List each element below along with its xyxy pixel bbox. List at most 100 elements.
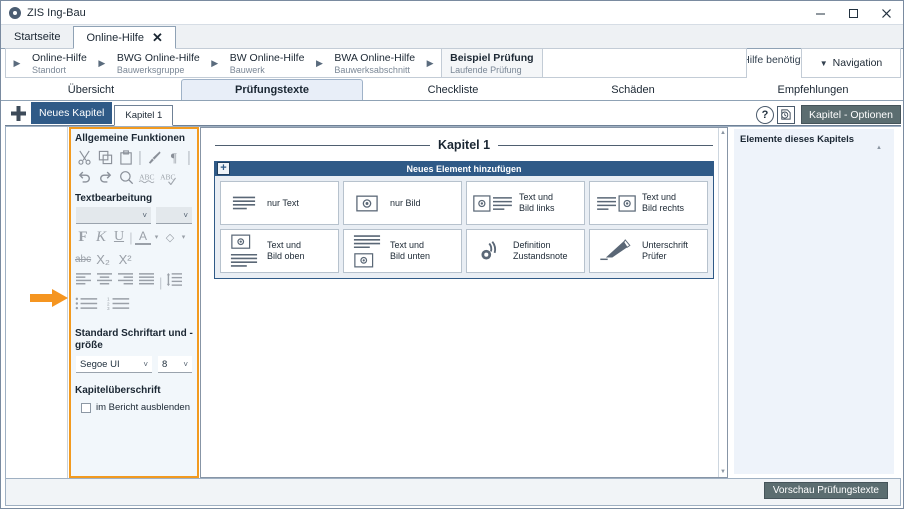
- hide-in-report-row[interactable]: im Bericht ausblenden: [71, 399, 197, 413]
- element-button-nur-bild[interactable]: nur Bild: [343, 181, 462, 225]
- scroll-down-icon[interactable]: ▼: [720, 469, 726, 475]
- font-color-icon[interactable]: A: [135, 230, 151, 245]
- tab-uebersicht[interactable]: Übersicht: [1, 79, 181, 100]
- italic-icon[interactable]: K: [93, 228, 109, 246]
- chevron-down-icon: ▼: [820, 59, 828, 68]
- align-justify-icon[interactable]: [138, 272, 155, 292]
- breadcrumb-item-bauwerksgruppe[interactable]: BWG Online-Hilfe Bauwerksgruppe: [113, 49, 204, 77]
- navigation-button[interactable]: ▼ Navigation: [801, 48, 901, 78]
- hide-in-report-checkbox[interactable]: [81, 403, 91, 413]
- tab-checkliste[interactable]: Checkliste: [363, 79, 543, 100]
- divider-line-left: [215, 145, 430, 146]
- strikethrough-icon[interactable]: abc: [75, 250, 91, 268]
- browser-tab-label: Startseite: [14, 31, 60, 43]
- element-button-unterschrift-pruefer[interactable]: Unterschrift Prüfer: [589, 229, 708, 273]
- pilcrow-icon[interactable]: ¶: [165, 147, 185, 167]
- chevron-down-icon[interactable]: ▾: [153, 228, 160, 246]
- element-label-line2: Bild rechts: [642, 203, 684, 214]
- font-family-select[interactable]: ˅: [76, 207, 151, 224]
- minimize-icon[interactable]: [804, 1, 837, 25]
- spellcheck-verify-icon[interactable]: ABC: [158, 167, 178, 187]
- chapter-tab-kapitel-1[interactable]: Kapitel 1: [114, 105, 173, 126]
- close-icon[interactable]: ✕: [152, 31, 163, 44]
- line-spacing-icon[interactable]: [166, 272, 183, 292]
- breadcrumb-item-standort[interactable]: Online-Hilfe Standort: [28, 49, 91, 77]
- copy-icon[interactable]: [95, 147, 115, 167]
- element-label-line2: Prüfer: [642, 251, 688, 262]
- redo-icon[interactable]: [95, 167, 115, 187]
- chapter-elements-title: Elemente dieses Kapitels: [734, 129, 894, 145]
- cut-icon[interactable]: [74, 147, 94, 167]
- align-center-icon[interactable]: [96, 272, 113, 292]
- browser-tab-startseite[interactable]: Startseite: [1, 25, 73, 48]
- align-left-icon[interactable]: [75, 272, 92, 292]
- breadcrumb-main: BW Online-Hilfe: [230, 52, 305, 64]
- bold-icon[interactable]: F: [75, 228, 91, 246]
- chapter-options-button[interactable]: Kapitel - Optionen: [801, 105, 901, 124]
- default-font-size-value: 8: [162, 359, 180, 370]
- paste-icon[interactable]: [116, 147, 136, 167]
- element-button-text-bild-links[interactable]: Text und Bild links: [466, 181, 585, 225]
- editor-scrollbar[interactable]: ▲ ▼: [718, 128, 727, 477]
- maximize-icon[interactable]: [837, 1, 870, 25]
- align-right-icon[interactable]: [117, 272, 134, 292]
- element-label-line2: Bild unten: [390, 251, 430, 262]
- close-icon[interactable]: [870, 1, 903, 25]
- default-font-family-value: Segoe UI: [80, 359, 140, 370]
- list-row: 123: [71, 294, 197, 318]
- subscript-icon[interactable]: X₂: [93, 250, 113, 268]
- question-mark-icon[interactable]: ?: [756, 106, 774, 124]
- breadcrumb-sub: Laufende Prüfung: [450, 65, 533, 75]
- chevron-down-icon: ˅: [183, 360, 188, 369]
- chevron-right-icon: ▶: [419, 49, 441, 77]
- breadcrumb-item-bauwerksabschnitt[interactable]: BWA Online-Hilfe Bauwerksabschnitt: [330, 49, 419, 77]
- general-tools-row-1: | ¶ |: [71, 147, 197, 167]
- toolbar-divider: |: [186, 147, 192, 167]
- element-button-text-bild-oben[interactable]: Text und Bild oben: [220, 229, 339, 273]
- chapter-bar-actions: ? Kapitel - Optionen: [756, 105, 901, 124]
- chevron-right-icon: ▶: [308, 49, 330, 77]
- default-font-family-select[interactable]: Segoe UI ˅: [76, 356, 152, 373]
- plus-icon[interactable]: +: [217, 162, 230, 175]
- element-button-text-bild-rechts[interactable]: Text und Bild rechts: [589, 181, 708, 225]
- chapter-elements-list[interactable]: Elemente dieses Kapitels ▲: [734, 129, 894, 474]
- default-font-size-select[interactable]: 8 ˅: [158, 356, 192, 373]
- element-button-definition-zustandsnote[interactable]: Definition Zustandsnote: [466, 229, 585, 273]
- breadcrumb-item-bauwerk[interactable]: BW Online-Hilfe Bauwerk: [226, 49, 309, 77]
- tab-label: Checkliste: [428, 84, 479, 96]
- element-label: Text und Bild oben: [267, 240, 305, 262]
- element-button-text-bild-unten[interactable]: Text und Bild unten: [343, 229, 462, 273]
- undo-icon[interactable]: [74, 167, 94, 187]
- scroll-up-icon[interactable]: ▲: [876, 145, 882, 151]
- element-label: Definition Zustandsnote: [513, 240, 568, 262]
- window-title: ZIS Ing-Bau: [27, 7, 86, 19]
- plus-icon[interactable]: [5, 101, 31, 125]
- window-controls: [804, 1, 903, 25]
- bullet-list-icon[interactable]: [75, 296, 99, 316]
- font-size-select[interactable]: ˅: [156, 207, 192, 224]
- add-element-panel: + Neues Element hinzufügen nur Text: [214, 161, 714, 279]
- browser-tab-online-hilfe[interactable]: Online-Hilfe ✕: [73, 26, 175, 49]
- breadcrumb-item-laufende-pruefung[interactable]: Beispiel Prüfung Laufende Prüfung: [441, 49, 542, 77]
- chapter-title-row: Kapitel 1: [215, 138, 713, 152]
- scroll-up-icon[interactable]: ▲: [720, 130, 726, 136]
- highlight-color-icon[interactable]: ◇: [162, 228, 178, 246]
- underline-icon[interactable]: U: [111, 228, 127, 246]
- element-button-nur-text[interactable]: nur Text: [220, 181, 339, 225]
- tab-pruefungstexte[interactable]: Prüfungstexte: [181, 79, 363, 100]
- breadcrumb-main: BWA Online-Hilfe: [334, 52, 415, 64]
- chevron-down-icon[interactable]: ▾: [180, 228, 187, 246]
- tab-empfehlungen[interactable]: Empfehlungen: [723, 79, 903, 100]
- format-painter-icon[interactable]: [144, 147, 164, 167]
- title-bar: ZIS Ing-Bau: [1, 1, 903, 25]
- superscript-icon[interactable]: X²: [115, 250, 135, 268]
- element-label-line1: Definition: [513, 240, 568, 251]
- search-icon[interactable]: [116, 167, 136, 187]
- numbered-list-icon[interactable]: 123: [107, 296, 131, 316]
- preview-pruefungstexte-button[interactable]: Vorschau Prüfungstexte: [764, 482, 888, 499]
- history-clock-icon[interactable]: [777, 106, 795, 124]
- tab-schaeden[interactable]: Schäden: [543, 79, 723, 100]
- spellcheck-abc-icon[interactable]: ABC: [137, 167, 157, 187]
- element-type-grid: nur Text nur Bild: [215, 176, 713, 278]
- new-chapter-button[interactable]: Neues Kapitel: [31, 102, 112, 124]
